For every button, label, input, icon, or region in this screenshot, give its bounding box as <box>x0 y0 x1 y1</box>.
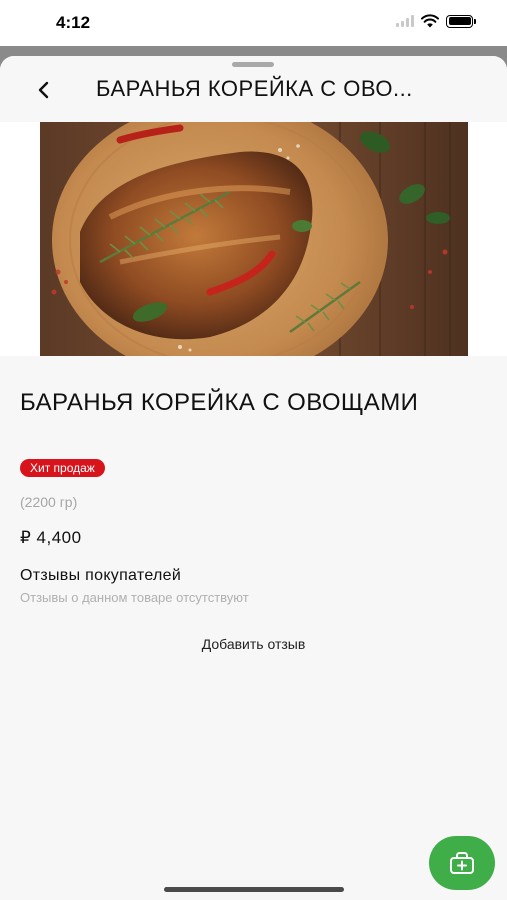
nav-title: БАРАНЬЯ КОРЕЙКА С ОВО... <box>96 76 413 101</box>
chevron-left-icon <box>38 81 49 99</box>
reviews-empty-text: Отзывы о данном товаре отсутствуют <box>20 590 249 605</box>
cart-plus-icon <box>450 852 474 874</box>
wifi-icon <box>421 14 439 28</box>
battery-icon <box>446 14 476 28</box>
product-photo <box>40 122 468 356</box>
product-image-area <box>0 122 507 356</box>
product-sheet: БАРАНЬЯ КОРЕЙКА С ОВО... БАРАНЬЯ КОРЕЙКА… <box>0 56 507 900</box>
status-icons <box>396 14 476 28</box>
product-title: БАРАНЬЯ КОРЕЙКА С ОВОЩАМИ <box>20 389 419 416</box>
reviews-heading: Отзывы покупателей <box>20 567 182 584</box>
back-button[interactable] <box>30 76 58 104</box>
product-price: ₽ 4,400 <box>20 528 82 547</box>
add-review-button[interactable]: Добавить отзыв <box>0 636 507 652</box>
product-weight: (2200 гр) <box>20 494 78 510</box>
status-time: 4:12 <box>56 13 91 32</box>
nav-bar: БАРАНЬЯ КОРЕЙКА С ОВО... <box>0 56 507 122</box>
home-indicator <box>164 887 344 892</box>
status-bar: 4:12 <box>0 0 507 46</box>
sheet-grabber[interactable] <box>232 62 274 67</box>
add-to-cart-button[interactable] <box>429 836 495 890</box>
signal-icon <box>396 15 414 27</box>
bestseller-badge: Хит продаж <box>20 459 105 477</box>
